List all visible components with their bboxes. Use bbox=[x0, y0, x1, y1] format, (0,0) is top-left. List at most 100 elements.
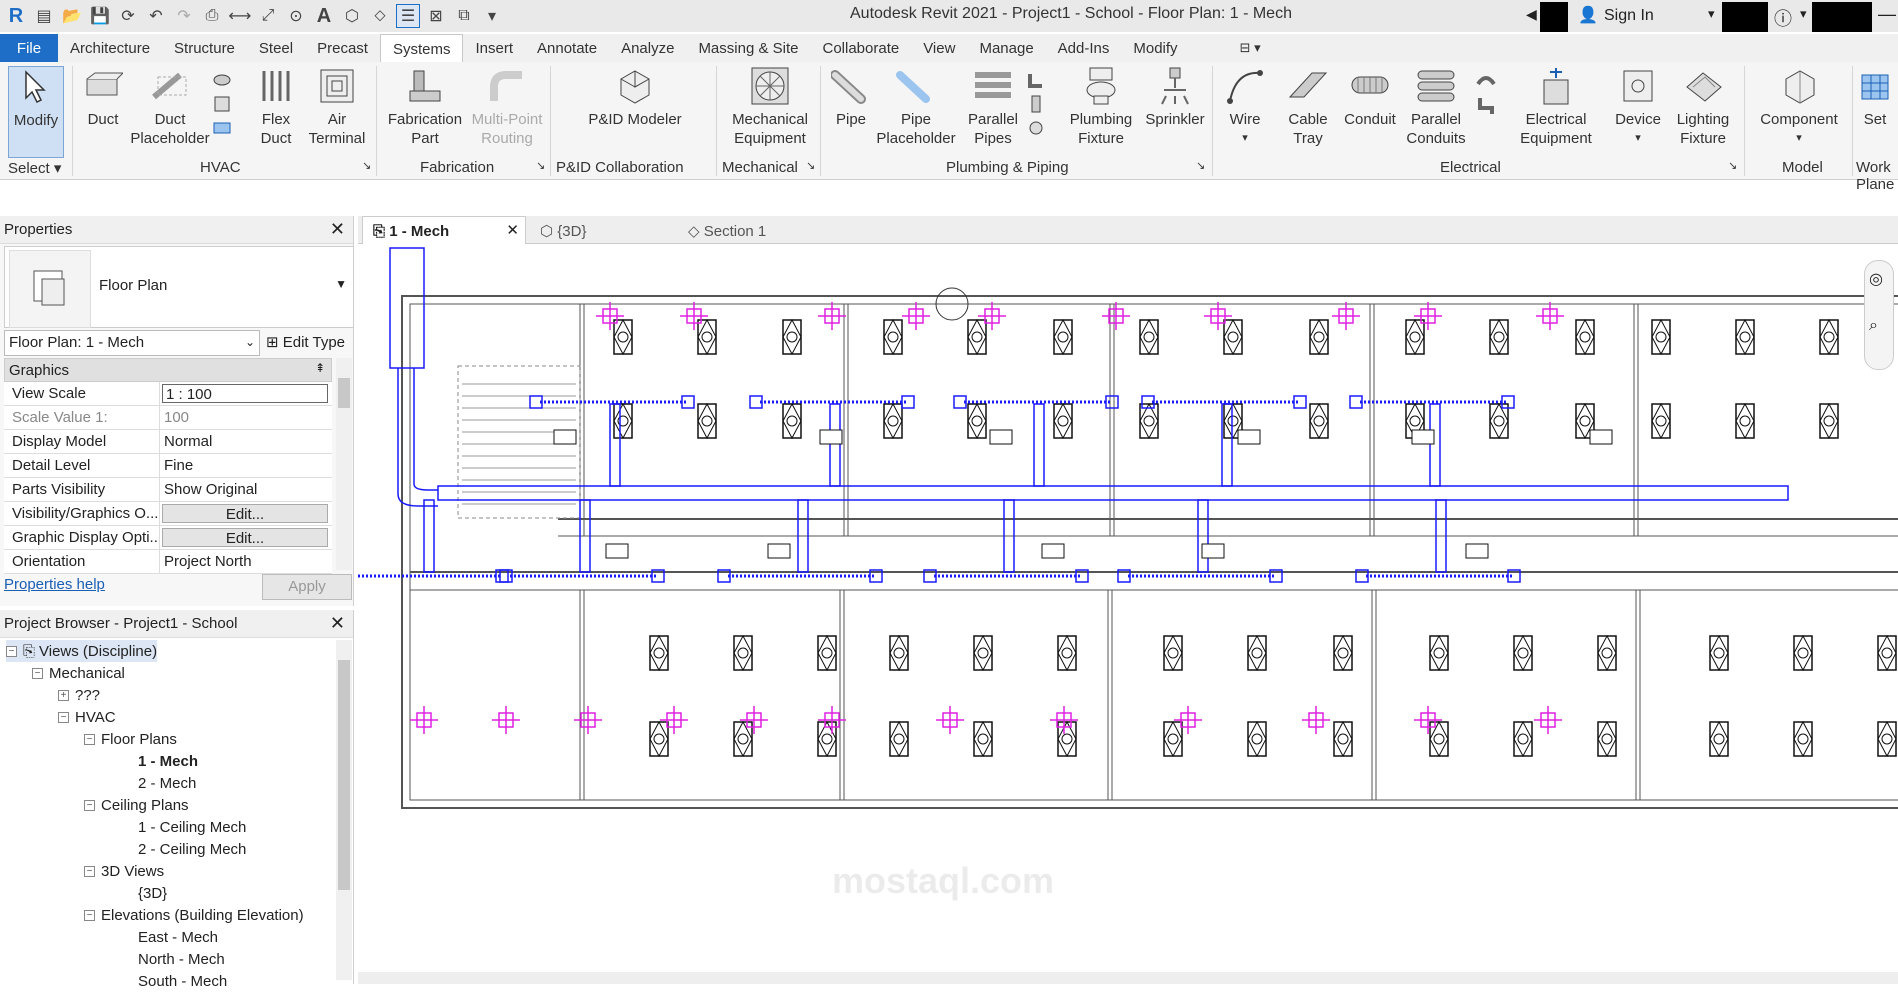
tree-ceiling-2[interactable]: 2 - Ceiling Mech bbox=[138, 838, 246, 860]
collapse-icon[interactable]: − bbox=[84, 865, 95, 877]
lighting-fixture-button[interactable]: Lighting Fixture bbox=[1668, 66, 1738, 148]
tab-add-ins[interactable]: Add-Ins bbox=[1046, 34, 1122, 62]
component-button[interactable]: Component ▾ bbox=[1754, 66, 1844, 148]
dimension-icon[interactable]: ⤢ bbox=[256, 4, 280, 28]
pipe-button[interactable]: Pipe bbox=[826, 66, 876, 129]
parallel-conduits-button[interactable]: Parallel Conduits bbox=[1400, 66, 1472, 148]
tab-view[interactable]: View bbox=[911, 34, 967, 62]
set-work-plane-button[interactable]: Set bbox=[1856, 66, 1894, 129]
tab-collaborate[interactable]: Collaborate bbox=[810, 34, 911, 62]
print-icon[interactable]: ⎙ bbox=[200, 4, 224, 28]
multi-point-routing-button[interactable]: Multi-Point Routing bbox=[464, 66, 550, 148]
detail-level-value[interactable]: Fine bbox=[160, 454, 332, 477]
tree-elevations[interactable]: − Elevations (Building Elevation) bbox=[84, 904, 304, 926]
mechanical-equipment-button[interactable]: Mechanical Equipment bbox=[722, 66, 818, 148]
tree-floor-plans[interactable]: − Floor Plans bbox=[84, 728, 177, 750]
tab-systems[interactable]: Systems bbox=[379, 34, 464, 62]
pipe-placeholder-button[interactable]: Pipe Placeholder bbox=[874, 66, 958, 148]
text-icon[interactable]: A bbox=[312, 4, 336, 28]
scroll-thumb[interactable] bbox=[338, 378, 350, 408]
duct-button[interactable]: Duct bbox=[80, 66, 126, 129]
cable-tray-fitting-icon[interactable] bbox=[1476, 70, 1496, 90]
sprinkler-button[interactable]: Sprinkler bbox=[1140, 66, 1210, 129]
duct-fitting-icon[interactable] bbox=[212, 94, 232, 114]
collapse-icon[interactable]: − bbox=[84, 799, 95, 811]
close-icon[interactable]: ✕ bbox=[330, 219, 345, 240]
tab-steel[interactable]: Steel bbox=[247, 34, 305, 62]
tree-hvac[interactable]: − HVAC bbox=[58, 706, 116, 728]
tree-3d-views[interactable]: −3D Views bbox=[84, 860, 164, 882]
application-menu-icon[interactable]: ▤ bbox=[32, 4, 56, 28]
tree-floor-plan-1-mech[interactable]: 1 - Mech bbox=[138, 750, 198, 772]
collapse-icon[interactable]: − bbox=[84, 733, 95, 745]
mechanical-launcher-icon[interactable]: ↘ bbox=[806, 159, 815, 172]
flex-duct-button[interactable]: Flex Duct bbox=[254, 66, 298, 148]
close-icon[interactable]: ✕ bbox=[330, 613, 345, 634]
collapse-icon[interactable]: − bbox=[6, 645, 17, 657]
collapse-icon[interactable]: − bbox=[32, 667, 43, 679]
tab-analyze[interactable]: Analyze bbox=[609, 34, 686, 62]
pipe-fitting-icon[interactable] bbox=[1026, 70, 1046, 90]
duct-placeholder-button[interactable]: Duct Placeholder bbox=[128, 66, 212, 148]
parts-visibility-value[interactable]: Show Original bbox=[160, 478, 332, 501]
undo-icon[interactable]: ↶ bbox=[144, 4, 168, 28]
pid-modeler-button[interactable]: P&ID Modeler bbox=[580, 66, 690, 129]
tag-icon[interactable]: ⊙ bbox=[284, 4, 308, 28]
3d-view-icon[interactable]: ⬡ bbox=[340, 4, 364, 28]
tree-mechanical[interactable]: − Mechanical bbox=[32, 662, 125, 684]
tab-1-mech[interactable]: ⎘ 1 - Mech ✕ bbox=[362, 216, 526, 244]
customize-icon[interactable]: ▾ bbox=[480, 4, 504, 28]
edit-type-button[interactable]: ⊞ Edit Type bbox=[266, 333, 345, 351]
device-button[interactable]: Device ▾ bbox=[1610, 66, 1666, 148]
thin-lines-icon[interactable]: ☰ bbox=[396, 4, 420, 28]
tree-north[interactable]: North - Mech bbox=[138, 948, 225, 970]
search-back-icon[interactable]: ◀ bbox=[1526, 6, 1537, 23]
properties-scrollbar[interactable] bbox=[336, 358, 352, 570]
tree-unknown[interactable]: +??? bbox=[58, 684, 100, 706]
browser-scrollbar[interactable] bbox=[336, 640, 352, 980]
redo-icon[interactable]: ↷ bbox=[172, 4, 196, 28]
sync-icon[interactable]: ⟳ bbox=[116, 4, 140, 28]
tree-floor-plan-2-mech[interactable]: 2 - Mech bbox=[138, 772, 196, 794]
close-hidden-icon[interactable]: ⊠ bbox=[424, 4, 448, 28]
plumbing-fixture-button[interactable]: Plumbing Fixture bbox=[1062, 66, 1140, 148]
tab-annotate[interactable]: Annotate bbox=[525, 34, 609, 62]
help-icon[interactable]: ⓘ bbox=[1774, 5, 1792, 31]
collapse-icon[interactable]: − bbox=[58, 711, 69, 723]
air-terminal-button[interactable]: Air Terminal bbox=[306, 66, 368, 148]
tree-east[interactable]: East - Mech bbox=[138, 926, 218, 948]
duct-accessory-icon[interactable] bbox=[212, 118, 232, 138]
user-icon[interactable]: 👤 bbox=[1578, 5, 1598, 25]
tab-massing-site[interactable]: Massing & Site bbox=[686, 34, 810, 62]
section-icon[interactable]: ⬦ bbox=[368, 4, 392, 28]
sign-in-dropdown-icon[interactable]: ▾ bbox=[1708, 6, 1715, 22]
convert-duct-icon[interactable] bbox=[212, 70, 232, 90]
display-model-value[interactable]: Normal bbox=[160, 430, 332, 453]
device-dropdown-icon[interactable]: ▾ bbox=[1635, 129, 1641, 148]
instance-filter-select[interactable]: Floor Plan: 1 - Mech ⌄ bbox=[4, 330, 260, 356]
fabrication-launcher-icon[interactable]: ↘ bbox=[536, 159, 545, 172]
group-graphics[interactable]: Graphics ⇞ bbox=[4, 358, 332, 382]
view-scale-input[interactable]: 1 : 100 bbox=[162, 384, 328, 403]
tree-ceiling-plans[interactable]: − Ceiling Plans bbox=[84, 794, 189, 816]
save-icon[interactable]: 💾 bbox=[88, 4, 112, 28]
navigation-bar[interactable]: ◎ ⌕ bbox=[1864, 260, 1894, 370]
electrical-equipment-button[interactable]: Electrical Equipment bbox=[1506, 66, 1606, 148]
tab-modify[interactable]: Modify bbox=[1121, 34, 1189, 62]
steering-wheel-icon[interactable]: ◎ bbox=[1869, 269, 1883, 289]
panel-select[interactable]: Select ▾ bbox=[8, 159, 61, 177]
electrical-launcher-icon[interactable]: ↘ bbox=[1728, 159, 1737, 172]
zoom-icon[interactable]: ⌕ bbox=[1869, 317, 1878, 335]
measure-icon[interactable]: ⟷ bbox=[228, 4, 252, 28]
tab-insert[interactable]: Insert bbox=[463, 34, 525, 62]
drawing-canvas[interactable]: ◎ ⌕ bbox=[343, 244, 1898, 972]
tab-3d[interactable]: ⬡ {3D} bbox=[530, 216, 596, 244]
conduit-button[interactable]: Conduit bbox=[1338, 66, 1402, 129]
conduit-fitting-icon[interactable] bbox=[1476, 96, 1496, 116]
wire-button[interactable]: Wire ▾ bbox=[1220, 66, 1270, 148]
tree-south[interactable]: South - Mech bbox=[138, 970, 227, 992]
revit-logo-icon[interactable]: R bbox=[4, 4, 28, 28]
tree-views[interactable]: − ⎘ Views (Discipline) bbox=[6, 640, 158, 662]
file-tab[interactable]: File bbox=[0, 34, 58, 62]
expand-icon[interactable]: + bbox=[58, 689, 69, 701]
